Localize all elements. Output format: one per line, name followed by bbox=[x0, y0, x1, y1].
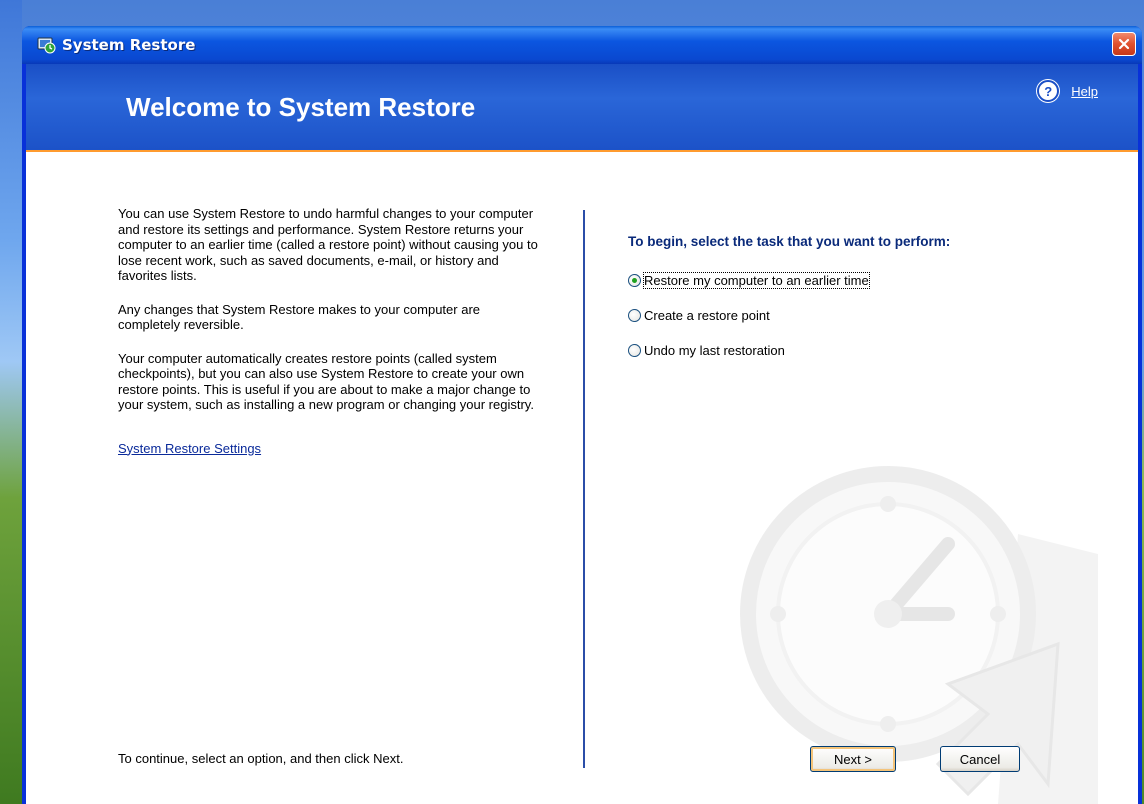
header-band: Welcome to System Restore ? Help bbox=[26, 64, 1138, 152]
page-title: Welcome to System Restore bbox=[126, 92, 476, 122]
cancel-button[interactable]: Cancel bbox=[940, 746, 1020, 772]
continue-instruction: To continue, select an option, and then … bbox=[118, 751, 404, 766]
title-bar[interactable]: System Restore bbox=[22, 26, 1142, 64]
dialog-client-area: Welcome to System Restore ? Help You can… bbox=[26, 64, 1138, 804]
option-label[interactable]: Create a restore point bbox=[644, 308, 770, 323]
help-link[interactable]: Help bbox=[1071, 84, 1098, 99]
close-button[interactable] bbox=[1112, 32, 1136, 56]
system-restore-window: System Restore Welcome to System Restore… bbox=[22, 26, 1142, 804]
task-selection-pane: To begin, select the task that you want … bbox=[628, 234, 1068, 376]
system-restore-settings-link[interactable]: System Restore Settings bbox=[118, 441, 261, 457]
option-undo-last-restoration[interactable]: Undo my last restoration bbox=[628, 341, 1068, 359]
reversible-paragraph: Any changes that System Restore makes to… bbox=[118, 301, 481, 333]
option-label[interactable]: Undo my last restoration bbox=[644, 343, 785, 358]
desktop-background bbox=[0, 0, 22, 804]
task-heading: To begin, select the task that you want … bbox=[628, 234, 951, 249]
radio-button-selected[interactable] bbox=[628, 273, 641, 287]
next-button[interactable]: Next > bbox=[810, 746, 896, 772]
system-restore-app-icon bbox=[36, 35, 56, 55]
description-pane: You can use System Restore to undo harmf… bbox=[118, 206, 538, 456]
vertical-divider bbox=[583, 210, 585, 768]
window-title: System Restore bbox=[62, 36, 196, 54]
radio-button[interactable] bbox=[628, 343, 641, 357]
close-icon bbox=[1118, 38, 1130, 50]
intro-paragraph: You can use System Restore to undo harmf… bbox=[118, 206, 538, 283]
option-restore-earlier-time[interactable]: Restore my computer to an earlier time bbox=[628, 271, 1068, 289]
radio-button[interactable] bbox=[628, 308, 641, 322]
checkpoints-paragraph: Your computer automatically creates rest… bbox=[118, 350, 534, 413]
help-area: ? Help bbox=[1037, 80, 1098, 102]
option-create-restore-point[interactable]: Create a restore point bbox=[628, 306, 1068, 324]
option-label[interactable]: Restore my computer to an earlier time bbox=[643, 271, 870, 289]
clock-watermark-illustration bbox=[740, 466, 1098, 804]
help-icon[interactable]: ? bbox=[1037, 80, 1060, 102]
